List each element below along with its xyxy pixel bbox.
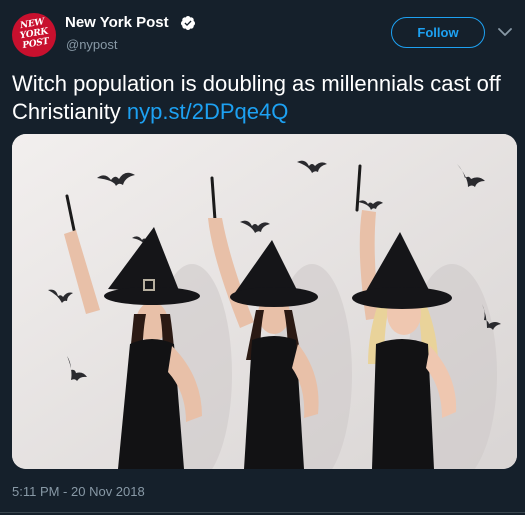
- divider: [0, 512, 525, 513]
- avatar[interactable]: NEW YORK POST: [12, 13, 56, 57]
- tweet-card: NEW YORK POST New York Post @nypost Follow…: [0, 0, 525, 515]
- tweet-media-photo[interactable]: [12, 134, 517, 469]
- nypost-logo: NEW YORK POST: [19, 17, 50, 52]
- verified-badge-icon: [180, 16, 195, 30]
- witches-photo-illustration: [12, 134, 517, 469]
- display-name[interactable]: New York Post: [65, 14, 169, 32]
- tweet-link[interactable]: nyp.st/2DPqe4Q: [127, 99, 288, 124]
- chevron-down-icon[interactable]: [498, 27, 512, 37]
- tweet-timestamp[interactable]: 5:11 PM - 20 Nov 2018: [12, 484, 145, 500]
- follow-button[interactable]: Follow: [391, 17, 485, 48]
- account-handle[interactable]: @nypost: [66, 37, 118, 53]
- tweet-text: Witch population is doubling as millenni…: [12, 70, 512, 126]
